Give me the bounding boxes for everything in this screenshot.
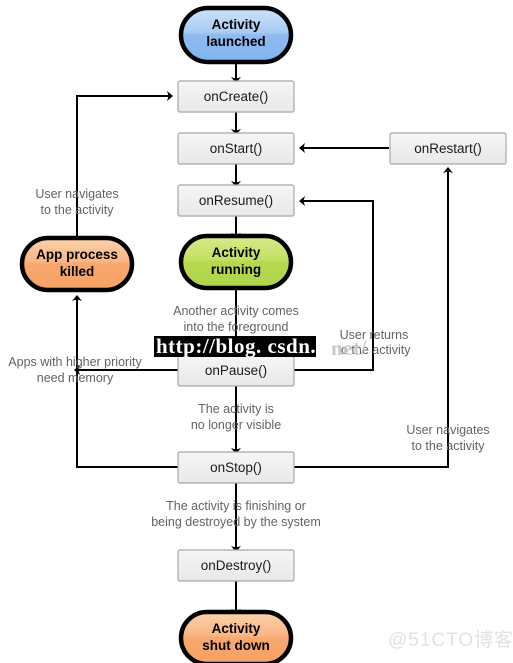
watermark-url: net/ http://blog. csdn. [154, 334, 367, 360]
on-pause-label: onPause() [205, 363, 267, 378]
watermark-51cto-badge: @51CTO博客 [388, 629, 513, 651]
node-on-pause[interactable]: onPause() [177, 354, 295, 387]
activity-running-label-1: Activity [212, 245, 261, 260]
node-on-stop[interactable]: onStop() [177, 451, 295, 484]
node-on-start[interactable]: onStart() [177, 132, 295, 165]
edge-label-user-navigates-left-line1: User navigates [35, 187, 118, 201]
on-stop-label: onStop() [210, 460, 262, 475]
edge-label-activity-finishing-line1: The activity is finishing or [166, 499, 306, 513]
on-resume-label: onResume() [199, 193, 273, 208]
edge-label-user-navigates-right-line2: to the activity [412, 439, 486, 453]
on-destroy-label: onDestroy() [201, 558, 272, 573]
node-activity-launched[interactable]: Activity launched [178, 5, 294, 65]
node-on-destroy[interactable]: onDestroy() [177, 549, 295, 582]
on-create-label: onCreate() [204, 89, 269, 104]
node-activity-running[interactable]: Activity running [178, 233, 294, 291]
activity-lifecycle-diagram: Activity launched onCreate() onStart() o… [0, 0, 513, 663]
edge-label-no-longer-visible-line1: The activity is [198, 402, 274, 416]
edge-label-another-activity-line1: Another activity comes [173, 304, 299, 318]
watermark-url-tail: net/ [331, 336, 367, 360]
edge-label-apps-higher-priority-line2: need memory [37, 371, 114, 385]
diagram-canvas: Activity launched onCreate() onStart() o… [8, 5, 513, 663]
node-activity-shut-down[interactable]: Activity shut down [178, 609, 294, 663]
edge-label-activity-finishing-line2: being destroyed by the system [151, 515, 321, 529]
node-app-process-killed[interactable]: App process killed [19, 235, 135, 293]
activity-shut-down-label-1: Activity [212, 621, 261, 636]
activity-launched-label-2: launched [206, 34, 265, 49]
activity-running-label-2: running [211, 262, 261, 277]
edge-label-no-longer-visible-line2: no longer visible [191, 418, 281, 432]
edge-label-apps-higher-priority-line1: Apps with higher priority [8, 355, 142, 369]
node-on-restart[interactable]: onRestart() [389, 132, 507, 165]
activity-shut-down-label-2: shut down [202, 638, 270, 653]
on-restart-label: onRestart() [414, 141, 482, 156]
app-process-killed-label-1: App process [36, 247, 118, 262]
edge-label-user-navigates-right-line1: User navigates [406, 423, 489, 437]
app-process-killed-label-2: killed [60, 264, 95, 279]
node-on-create[interactable]: onCreate() [177, 80, 295, 113]
activity-launched-label-1: Activity [212, 17, 261, 32]
node-on-resume[interactable]: onResume() [177, 184, 295, 217]
on-start-label: onStart() [210, 141, 263, 156]
edge-label-another-activity-line2: into the foreground [184, 320, 289, 334]
edge-label-user-navigates-left-line2: to the activity [41, 203, 115, 217]
watermark-url-highlighted: http://blog. csdn. [156, 334, 316, 358]
